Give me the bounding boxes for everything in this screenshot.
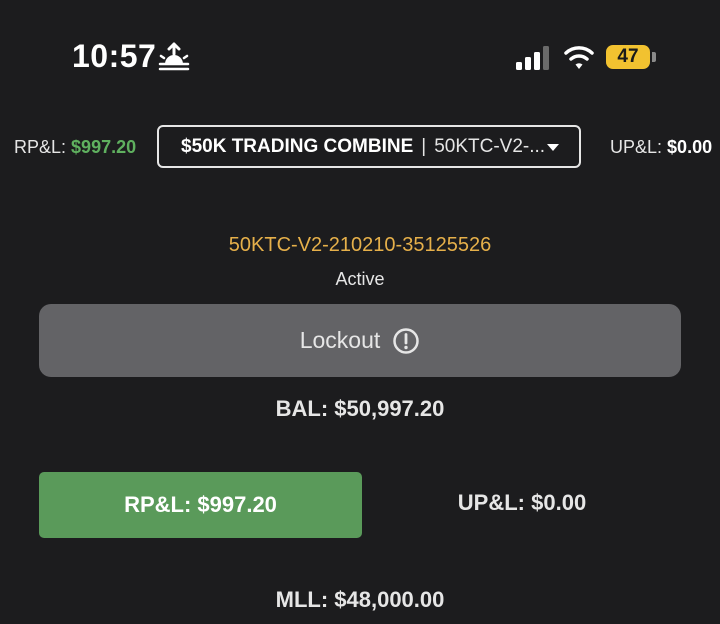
- header-rpl-value: $997.20: [71, 137, 137, 157]
- account-selector-dropdown[interactable]: $50K TRADING COMBINE | 50KTC-V2-...: [157, 125, 581, 168]
- account-name: $50K TRADING COMBINE: [181, 135, 414, 157]
- sunrise-icon: [158, 42, 190, 71]
- rpl-button[interactable]: RP&L: $997.20: [39, 472, 362, 538]
- battery-nub: [652, 52, 656, 62]
- header-upl-value: $0.00: [667, 137, 713, 157]
- status-bar: 10:57 47: [0, 0, 720, 100]
- lockout-label: Lockout: [299, 327, 381, 353]
- header-rpl-label: RP&L:: [14, 137, 67, 157]
- cellular-signal-icon: [516, 46, 549, 70]
- trading-account-screen: 10:57 47 RP&L: $997.20 $50K TRADING COMB…: [0, 0, 720, 624]
- mll-value: MLL: $48,000.00: [275, 587, 445, 612]
- header-upl-label: UP&L:: [610, 137, 663, 157]
- account-id: 50KTC-V2-210210-35125526: [228, 234, 492, 256]
- rpl-button-label: RP&L: $997.20: [124, 492, 277, 517]
- balance-value: BAL: $50,997.20: [275, 396, 445, 421]
- account-separator: |: [421, 135, 427, 157]
- header-upl: UP&L: $0.00: [610, 137, 712, 158]
- wifi-icon: [564, 46, 594, 69]
- chevron-down-icon: [547, 144, 559, 151]
- status-time: 10:57: [72, 38, 157, 74]
- header-rpl: RP&L: $997.20: [14, 137, 136, 158]
- account-short-id: 50KTC-V2-...: [434, 135, 546, 157]
- upl-value: UP&L: $0.00: [457, 490, 587, 515]
- battery-level: 47: [617, 46, 639, 67]
- alert-circle-icon: [393, 327, 420, 354]
- account-status: Active: [335, 269, 385, 289]
- lockout-button[interactable]: Lockout: [39, 304, 681, 377]
- battery-icon: 47: [606, 45, 650, 69]
